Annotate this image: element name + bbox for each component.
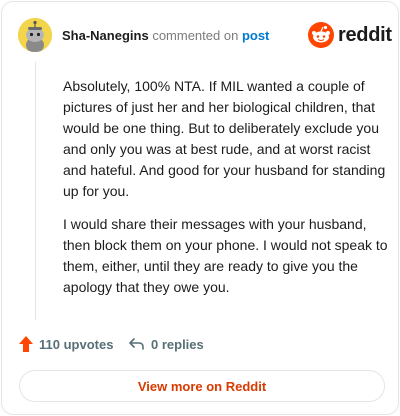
comment-paragraph: Absolutely, 100% NTA. If MIL wanted a co… bbox=[63, 78, 386, 199]
comment-header: Sha-Nanegins commented on post reddit bbox=[18, 18, 392, 52]
reply-arrow-icon bbox=[129, 338, 144, 350]
reddit-logo[interactable]: reddit bbox=[308, 22, 392, 50]
username-link[interactable]: Sha-Nanegins bbox=[62, 28, 149, 43]
replies-count: 0 replies bbox=[151, 336, 204, 352]
reddit-wordmark: reddit bbox=[338, 24, 392, 46]
upvote-button[interactable]: 110 upvotes bbox=[18, 333, 113, 355]
comment-paragraph: I would share their messages with your h… bbox=[63, 216, 388, 295]
upvote-arrow-icon bbox=[19, 336, 33, 352]
comment-body: Absolutely, 100% NTA. If MIL wanted a co… bbox=[63, 76, 389, 310]
upvotes-count: 110 upvotes bbox=[39, 336, 114, 352]
reddit-snoo-icon bbox=[308, 22, 334, 48]
snoo-avatar-icon bbox=[18, 18, 52, 52]
post-link[interactable]: post bbox=[242, 28, 269, 43]
comment-meta: Sha-Nanegins commented on post bbox=[62, 28, 269, 44]
comment-actions: 110 upvotes 0 replies bbox=[18, 333, 382, 355]
replies-button[interactable]: 0 replies bbox=[128, 333, 204, 355]
thread-line bbox=[35, 62, 36, 320]
view-more-button[interactable]: View more on Reddit bbox=[19, 370, 385, 402]
commented-on-label: commented on bbox=[152, 28, 239, 43]
user-avatar[interactable] bbox=[18, 18, 52, 52]
embedded-comment-card: Sha-Nanegins commented on post reddit Ab… bbox=[1, 1, 399, 415]
